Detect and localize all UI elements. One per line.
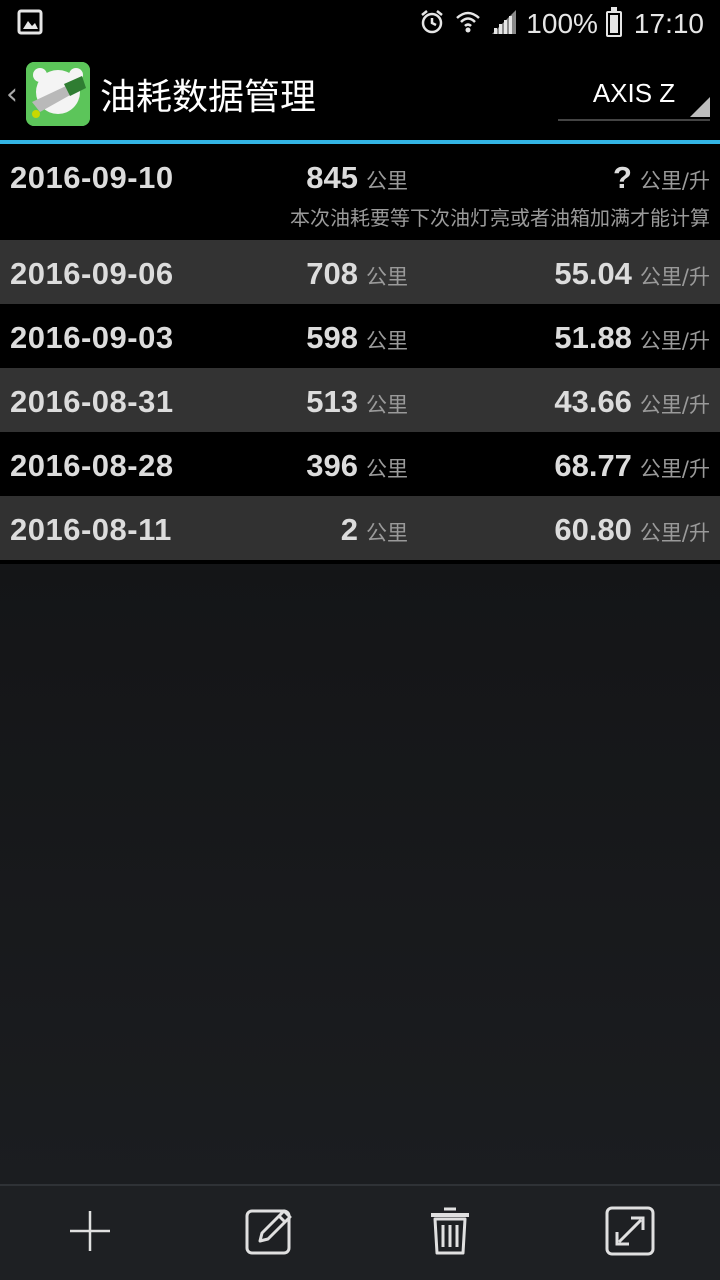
battery-percent: 100%: [526, 8, 598, 39]
efficiency-unit: 公里/升: [639, 521, 710, 545]
efficiency-unit: 公里/升: [639, 393, 710, 417]
record-date: 2016-09-03: [10, 320, 174, 355]
expand-icon: [605, 1206, 655, 1260]
wifi-icon: [454, 8, 482, 40]
efficiency-value: 51.88: [554, 320, 632, 355]
list-item[interactable]: 2016-09-03 598 公里 51.88 公里/升: [0, 304, 720, 368]
alarm-icon: [418, 8, 446, 40]
record-distance: 708 公里: [306, 256, 408, 292]
record-date: 2016-08-28: [10, 448, 174, 483]
record-efficiency: 55.04 公里/升: [554, 256, 710, 292]
page-title: 油耗数据管理: [100, 77, 317, 118]
add-button[interactable]: [50, 1193, 130, 1273]
gallery-icon: [16, 8, 44, 40]
delete-icon: [428, 1205, 472, 1261]
signal-icon: [490, 8, 518, 40]
distance-unit: 公里: [366, 457, 408, 481]
list-item[interactable]: 2016-09-06 708 公里 55.04 公里/升: [0, 240, 720, 304]
record-distance: 396 公里: [306, 448, 408, 484]
add-icon: [68, 1209, 112, 1257]
list-item[interactable]: 2016-09-10 845 公里 ? 公里/升 本次油耗要等下次油灯亮或者油箱…: [0, 144, 720, 240]
efficiency-unit: 公里/升: [639, 457, 710, 481]
delete-button[interactable]: [410, 1193, 490, 1273]
efficiency-value: 43.66: [554, 384, 632, 419]
record-distance: 598 公里: [306, 320, 408, 356]
distance-unit: 公里: [366, 265, 408, 289]
bottom-toolbar: [0, 1184, 720, 1280]
dropdown-corner-icon: [690, 97, 710, 117]
record-distance: 2 公里: [341, 512, 408, 548]
record-distance: 513 公里: [306, 384, 408, 420]
status-left: [16, 8, 44, 40]
list-item[interactable]: 2016-08-31 513 公里 43.66 公里/升: [0, 368, 720, 432]
record-efficiency: 60.80 公里/升: [554, 512, 710, 548]
distance-unit: 公里: [366, 169, 408, 193]
distance-value: 845: [306, 160, 358, 195]
distance-value: 708: [306, 256, 358, 291]
fuel-records-list: 2016-09-10 845 公里 ? 公里/升 本次油耗要等下次油灯亮或者油箱…: [0, 144, 720, 560]
edit-button[interactable]: [230, 1193, 310, 1273]
record-date: 2016-09-10: [10, 160, 174, 195]
efficiency-value: 68.77: [554, 448, 632, 483]
record-distance: 845 公里: [306, 160, 408, 196]
distance-value: 396: [306, 448, 358, 483]
distance-unit: 公里: [366, 393, 408, 417]
clock: 17:10: [633, 8, 704, 39]
record-efficiency: 68.77 公里/升: [554, 448, 710, 484]
list-empty-area: [0, 564, 720, 1184]
distance-value: 2: [340, 512, 358, 547]
record-date: 2016-08-11: [10, 512, 172, 547]
list-item[interactable]: 2016-08-28 396 公里 68.77 公里/升: [0, 432, 720, 496]
list-item[interactable]: 2016-08-11 2 公里 60.80 公里/升: [0, 496, 720, 560]
distance-value: 513: [306, 384, 358, 419]
distance-unit: 公里: [366, 329, 408, 353]
record-efficiency: 43.66 公里/升: [554, 384, 710, 420]
app-logo-icon[interactable]: [26, 62, 90, 126]
vehicle-selector[interactable]: AXIS Z: [558, 67, 710, 121]
back-chevron-icon[interactable]: ‹: [6, 77, 26, 112]
record-efficiency: 51.88 公里/升: [554, 320, 710, 356]
efficiency-value: ?: [612, 160, 632, 195]
edit-icon: [244, 1205, 296, 1261]
distance-unit: 公里: [366, 521, 408, 545]
battery-icon: [605, 7, 622, 37]
vehicle-selector-label: AXIS Z: [592, 77, 676, 108]
status-right: 100% 17:10: [418, 7, 704, 40]
distance-value: 598: [306, 320, 358, 355]
status-bar: 100% 17:10: [0, 0, 720, 48]
efficiency-unit: 公里/升: [639, 265, 710, 289]
efficiency-value: 55.04: [554, 256, 632, 291]
record-date: 2016-09-06: [10, 256, 174, 291]
efficiency-value: 60.80: [554, 512, 632, 547]
efficiency-unit: 公里/升: [639, 329, 710, 353]
expand-button[interactable]: [590, 1193, 670, 1273]
record-efficiency: ? 公里/升: [613, 160, 710, 196]
record-note: 本次油耗要等下次油灯亮或者油箱加满才能计算: [290, 206, 710, 230]
record-date: 2016-08-31: [10, 384, 174, 419]
app-bar: ‹ 油耗数据管理 AXIS Z: [0, 48, 720, 140]
efficiency-unit: 公里/升: [639, 169, 710, 193]
